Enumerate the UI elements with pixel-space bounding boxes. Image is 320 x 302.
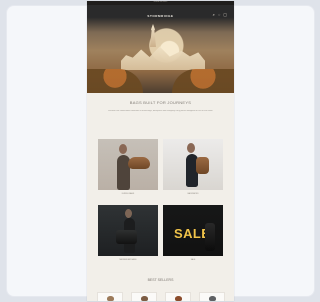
category-label: SALE	[190, 259, 196, 261]
castle-spire	[150, 24, 156, 47]
category-label: BACKPACKS	[187, 193, 199, 195]
brand-logo: STORMRIDGE	[147, 13, 174, 18]
sale-image: SALE	[163, 205, 223, 256]
category-grid: DUFFLE BAGS BACKPACKS MESSENGER BAGS SAL…	[98, 139, 223, 265]
bestsellers-title: BEST SELLERS	[147, 278, 174, 282]
backpack	[196, 157, 209, 174]
category-tile-backpacks[interactable]: BACKPACKS	[163, 139, 223, 199]
section-title: BAGS BUILT FOR JOURNEYS	[129, 100, 192, 105]
category-tile-duffle[interactable]: DUFFLE BAGS	[98, 139, 158, 199]
product-thumb	[175, 296, 182, 301]
foliage-left	[87, 69, 143, 93]
category-tile-sale[interactable]: SALE SALE	[163, 205, 223, 265]
sale-bag	[205, 223, 215, 251]
product-thumb	[209, 296, 216, 301]
product-card[interactable]	[131, 292, 157, 301]
top-icons: ⌕ ◌ ▢	[213, 13, 227, 17]
model-head	[187, 143, 195, 153]
messenger-image	[98, 205, 158, 256]
hero-image: STORMRIDGE ⌕ ◌ ▢	[87, 5, 234, 93]
bag-icon[interactable]: ▢	[223, 13, 227, 17]
category-label: MESSENGER BAGS	[119, 259, 137, 261]
product-row	[97, 292, 225, 301]
duffle-bag	[128, 157, 150, 169]
castle-silhouette	[121, 46, 205, 70]
model-head	[119, 144, 127, 154]
model-head	[125, 209, 132, 218]
foliage-right	[172, 69, 234, 93]
messenger-bag	[116, 230, 137, 244]
intro-text: Discover our handcrafted collection of t…	[107, 110, 214, 112]
search-icon[interactable]: ⌕	[213, 13, 215, 17]
product-thumb	[107, 296, 114, 301]
product-card[interactable]	[165, 292, 191, 301]
product-thumb	[141, 296, 148, 301]
product-card[interactable]	[199, 292, 225, 301]
brand-row: STORMRIDGE ⌕ ◌ ▢	[87, 12, 234, 19]
category-tile-messenger[interactable]: MESSENGER BAGS	[98, 205, 158, 265]
user-icon[interactable]: ◌	[218, 13, 220, 17]
product-card[interactable]	[97, 292, 123, 301]
category-label: DUFFLE BAGS	[121, 193, 135, 195]
backpack-image	[163, 139, 223, 190]
email-preview: SUNDAY DELIVERY STORMRIDGE ⌕ ◌ ▢ BAGS BU…	[87, 1, 234, 301]
duffle-image	[98, 139, 158, 190]
